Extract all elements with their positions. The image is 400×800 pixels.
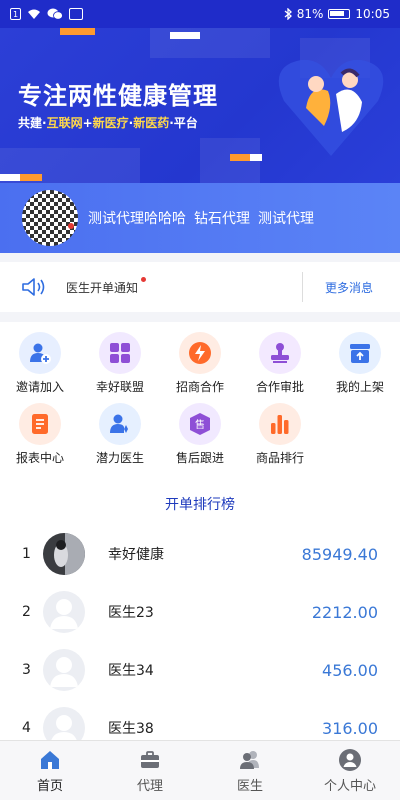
grid-item-label: 邀请加入: [15, 380, 64, 394]
rank-value: 2212.00: [311, 602, 378, 622]
battery-percent: 81%: [296, 7, 324, 21]
grid-item-7[interactable]: 售售后跟进: [160, 403, 240, 466]
grid-item-0[interactable]: 邀请加入: [0, 332, 80, 395]
rank-name: 医生23: [108, 605, 154, 621]
notice-text[interactable]: 医生开单通知: [66, 276, 147, 296]
agent-role: 测试代理: [258, 211, 314, 227]
tab-label: 个人中心: [323, 778, 376, 794]
grid-item-label: 合作审批: [255, 380, 304, 394]
grid-item-6[interactable]: 潜力医生: [80, 403, 160, 466]
shelf-upload-icon: [339, 332, 381, 374]
rank-value: 85949.40: [301, 544, 378, 564]
tab-label: 首页: [36, 778, 63, 794]
ranking-title: 开单排行榜: [165, 497, 235, 513]
rank-number: 1: [22, 546, 31, 562]
home-icon: [41, 750, 59, 769]
rank-value: 456.00: [322, 660, 378, 680]
wifi-icon: [28, 9, 40, 19]
doctor-avatar: [43, 533, 85, 575]
status-dot: [68, 223, 74, 229]
status-bar: 1 81% 10:05: [0, 0, 400, 28]
main-content: 邀请加入 幸好联盟 招商合作 合作审批 我的上架 报表中心 潜力医生售售后跟进 商品排行 开单…: [0, 322, 400, 749]
ranking-row[interactable]: 1 幸好健康 85949.40: [0, 529, 400, 579]
rank-number: 4: [22, 720, 31, 736]
grid-item-4[interactable]: 我的上架: [320, 332, 400, 395]
rank-value: 316.00: [322, 718, 378, 738]
bar-ranking-icon: [259, 403, 301, 445]
grid-item-label: 招商合作: [175, 380, 224, 394]
banner-subtitle: 共建·互联网+新医疗·新医药·平台: [18, 116, 198, 130]
bottom-tab-bar: 首页 代理 医生 个人中心: [0, 740, 400, 800]
grid-item-label: 售后跟进: [175, 451, 224, 465]
promo-banner[interactable]: 专注两性健康管理 共建·互联网+新医疗·新医药·平台: [0, 28, 400, 183]
doctor-avatar: [43, 591, 85, 633]
tab-3[interactable]: 个人中心: [300, 741, 400, 800]
grid-item-label: 潜力医生: [95, 451, 144, 465]
profile-icon: [339, 748, 361, 771]
grid-item-label: 报表中心: [15, 451, 64, 465]
grid-item-3[interactable]: 合作审批: [240, 332, 320, 395]
grid-item-8[interactable]: 商品排行: [240, 403, 320, 466]
briefcase-icon: [141, 750, 159, 768]
divider: [302, 272, 303, 302]
grid-item-2[interactable]: 招商合作: [160, 332, 240, 395]
tab-label: 医生: [236, 778, 263, 794]
grid-item-1[interactable]: 幸好联盟: [80, 332, 160, 395]
tab-label: 代理: [136, 778, 163, 794]
grid-item-5[interactable]: 报表中心: [0, 403, 80, 466]
speaker-icon: [22, 278, 45, 296]
battery-icon: [328, 9, 351, 19]
stamp-icon: [259, 332, 301, 374]
agent-name: 测试代理哈哈哈: [88, 211, 186, 227]
tab-0[interactable]: 首页: [0, 741, 100, 800]
more-messages-link[interactable]: 更多消息: [325, 279, 373, 296]
wechat-icon: [47, 8, 63, 20]
lightning-icon: [179, 332, 221, 374]
rank-number: 3: [22, 662, 31, 678]
banner-title: 专注两性健康管理: [18, 82, 218, 110]
avatar[interactable]: [22, 190, 78, 246]
grid-item-label: 商品排行: [255, 451, 304, 465]
rank-name: 幸好健康: [108, 547, 164, 563]
tab-1[interactable]: 代理: [100, 741, 200, 800]
alliance-grid-icon: [99, 332, 141, 374]
grid-item-label: 幸好联盟: [95, 380, 144, 394]
ranking-row[interactable]: 3 医生34 456.00: [0, 645, 400, 695]
sim-icon: 1: [10, 8, 21, 20]
unread-dot: [141, 276, 147, 282]
rank-name: 医生38: [108, 721, 154, 737]
after-sale-icon: 售: [179, 403, 221, 445]
ranking-row[interactable]: 2 医生23 2212.00: [0, 587, 400, 637]
heart-couple-illustration: [278, 59, 384, 156]
function-grid: 邀请加入 幸好联盟 招商合作 合作审批 我的上架 报表中心 潜力医生售售后跟进 商品排行: [0, 332, 400, 466]
bluetooth-icon: [284, 8, 292, 20]
agent-level: 钻石代理: [194, 211, 250, 227]
agent-profile[interactable]: 测试代理哈哈哈 钻石代理 测试代理: [0, 183, 400, 253]
rank-name: 医生34: [108, 663, 154, 679]
report-icon: [19, 403, 61, 445]
doctor-star-icon: [99, 403, 141, 445]
rank-number: 2: [22, 604, 31, 620]
invite-user-icon: [19, 332, 61, 374]
notice-bar[interactable]: 医生开单通知 更多消息: [0, 262, 400, 312]
app-notify-icon: [69, 8, 83, 20]
tab-2[interactable]: 医生: [200, 741, 300, 800]
grid-item-label: 我的上架: [335, 380, 384, 394]
doctors-icon: [240, 750, 259, 769]
doctor-avatar: [43, 649, 85, 691]
clock: 10:05: [355, 7, 390, 21]
svg-text:售: 售: [195, 418, 205, 431]
